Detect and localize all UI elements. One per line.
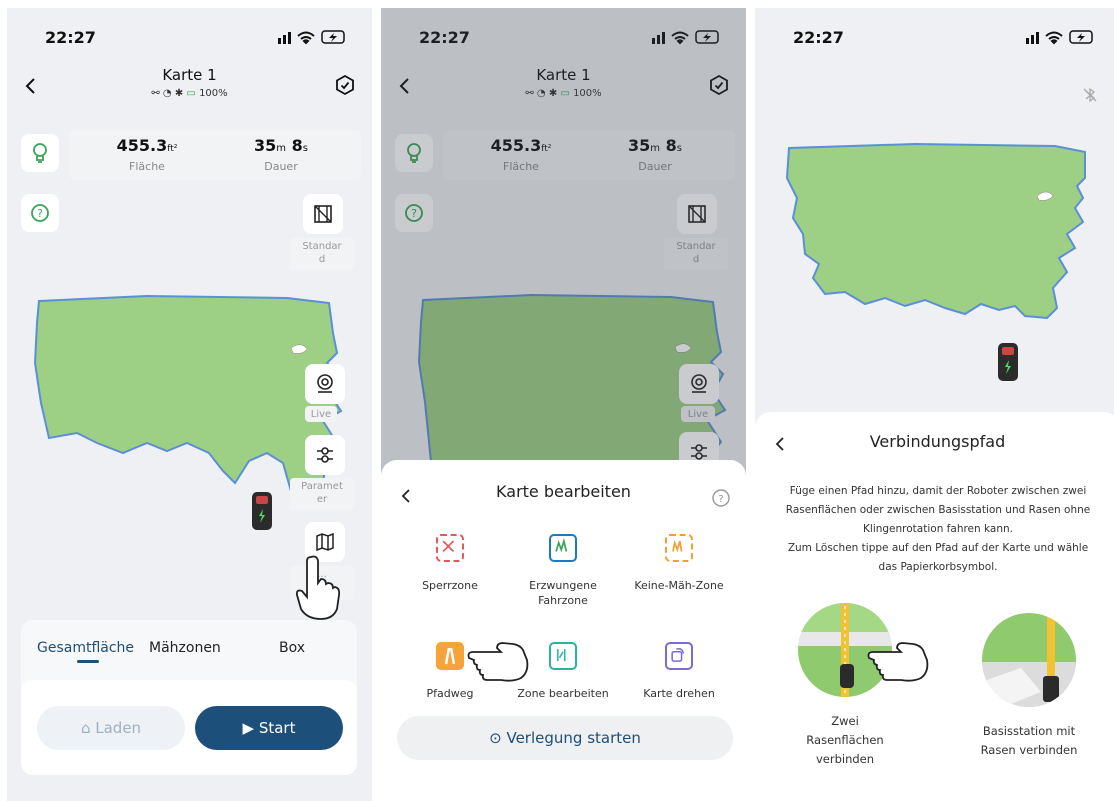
forced-zone-icon[interactable] (549, 534, 577, 562)
tips-button[interactable] (21, 134, 59, 172)
status-icons (1026, 30, 1093, 45)
no-mow-zone-label[interactable]: Keine-Mäh-Zone (624, 578, 734, 593)
screen-connection-path: 22:27 Verbindungspfad Füge einen Pfad hi… (755, 8, 1114, 801)
tab-total-area[interactable]: Gesamtfläche (37, 640, 134, 656)
status-icons (278, 30, 345, 45)
start-laying-button[interactable]: ⊙ Verlegung starten (397, 716, 733, 760)
no-go-zone-label[interactable]: Sperrzone (395, 578, 505, 593)
map-stats: 455.3ft² Fläche 35m 8s Dauer (69, 130, 361, 180)
no-mow-zone-icon[interactable] (665, 534, 693, 562)
help-button[interactable]: ? (21, 194, 59, 232)
page-title: Karte 1 (162, 66, 217, 84)
link-icon: ⚯ (151, 88, 160, 99)
tap-hand-icon (295, 555, 341, 620)
sheet-title: Verbindungspfad (869, 432, 1006, 451)
status-time: 22:27 (45, 28, 96, 47)
camera-icon (317, 374, 333, 393)
station-lawn-illustration[interactable] (981, 612, 1077, 708)
duration-label: Dauer (264, 160, 298, 173)
tap-hand-icon (467, 642, 529, 682)
bluetooth-off-icon (1083, 87, 1097, 103)
action-row: ⌂ Laden ▶ Start (21, 680, 357, 775)
screen-edit-map: 22:27 Karte 1 ⚯ ◔ ✱ ▭ 100% 455.3ft² Fläc… (381, 8, 746, 801)
path-icon[interactable] (436, 642, 464, 670)
svg-text:?: ? (37, 207, 43, 220)
description-text: Füge einen Pfad hinzu, damit der Roboter… (785, 485, 1091, 573)
svg-text:?: ? (718, 494, 723, 505)
edit-map-sheet: Karte bearbeiten ? Sperrzone Erzwungene … (381, 460, 746, 801)
lawn-map (785, 142, 1086, 320)
rotate-map-icon[interactable] (665, 642, 693, 670)
forced-zone-label[interactable]: Erzwungene Fahrzone (508, 578, 618, 608)
mode-button[interactable] (303, 194, 343, 234)
live-label: Live (305, 406, 337, 422)
live-button[interactable] (305, 364, 345, 404)
duration-value: 35m 8s (254, 136, 308, 155)
help-icon: ? (31, 204, 49, 222)
start-button[interactable]: ▶ Start (195, 706, 343, 750)
robot-station-icon (252, 492, 272, 530)
edit-zone-label[interactable]: Zone bearbeiten (508, 686, 618, 701)
sheet-title: Karte bearbeiten (496, 482, 631, 501)
connection-status: ⚯ ◔ ✱ ▭ 100% (7, 88, 372, 99)
help-icon[interactable]: ? (711, 488, 731, 508)
load-button[interactable]: ⌂ Laden (37, 706, 185, 750)
tab-mow-zones[interactable]: Mähzonen (149, 640, 221, 656)
rotate-map-label[interactable]: Karte drehen (624, 686, 734, 701)
no-go-zone-icon[interactable] (436, 534, 464, 562)
tab-box[interactable]: Box (279, 640, 305, 656)
mode-label: Standar d (290, 238, 354, 270)
area-label: Fläche (129, 160, 165, 173)
sliders-icon (317, 447, 333, 463)
tab-underline (77, 660, 99, 663)
no-grid-icon (314, 205, 332, 223)
settings-hex-icon[interactable] (334, 74, 356, 96)
option-station-lawn-label[interactable]: Basisstation mit Rasen verbinden (961, 722, 1097, 760)
edit-zone-icon[interactable] (549, 642, 577, 670)
robot-station-icon (998, 343, 1018, 381)
tap-hand-icon (867, 642, 929, 682)
battery-level: 100% (199, 88, 228, 99)
bluetooth-icon: ✱ (174, 88, 184, 99)
play-icon: ▶ (242, 719, 255, 737)
battery-icon: ▭ (186, 88, 196, 99)
home-icon: ⌂ (80, 719, 91, 737)
mode-panel: Gesamtfläche Mähzonen Box ⌂ Laden ▶ Star… (21, 620, 357, 775)
crosshair-icon: ⊙ (489, 729, 502, 747)
wifi-icon: ◔ (162, 88, 172, 99)
area-value: 455.3ft² (116, 136, 178, 155)
lightbulb-icon (33, 143, 47, 163)
parameter-label: Paramet er (290, 478, 354, 510)
screen-map-overview: 22:27 Karte 1 ⚯ ◔ ✱ ▭ 100% 455.3ft² Fläc… (7, 8, 372, 801)
status-time: 22:27 (793, 28, 844, 47)
option-two-lawns-label[interactable]: Zwei Rasenflächen verbinden (785, 712, 905, 769)
path-label[interactable]: Pfadweg (395, 686, 505, 701)
connection-path-sheet: Verbindungspfad Füge einen Pfad hinzu, d… (755, 412, 1114, 801)
parameter-button[interactable] (305, 435, 345, 475)
